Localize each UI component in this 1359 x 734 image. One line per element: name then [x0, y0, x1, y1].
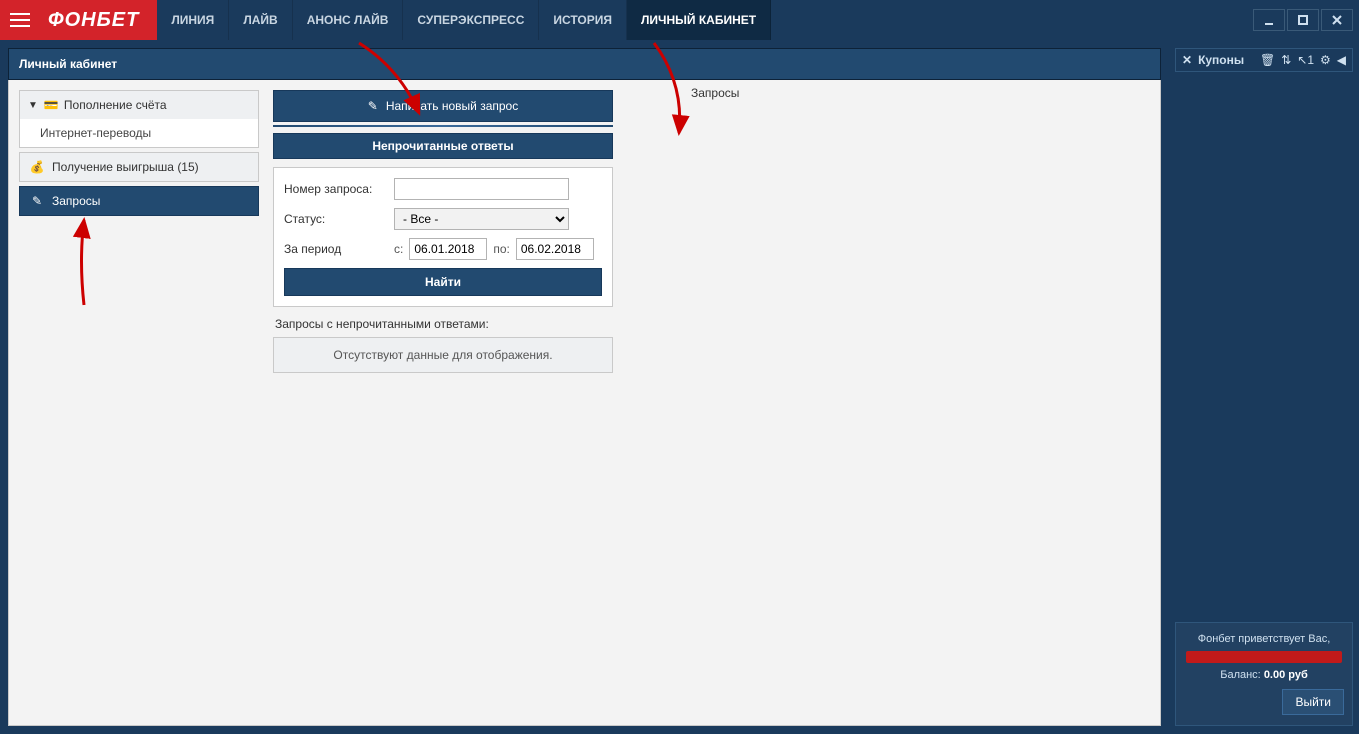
logout-button[interactable]: Выйти [1282, 689, 1344, 715]
app-body: Личный кабинет ▼ 💳 Пополнение счёта Инте… [0, 40, 1359, 734]
sm-payout[interactable]: 💰 Получение выигрыша (15) [19, 152, 259, 182]
new-request-label: Написать новый запрос [386, 99, 518, 113]
sm-requests-label: Запросы [52, 194, 100, 208]
balance-line: Баланс: 0.00 руб [1184, 669, 1344, 681]
pen-icon: ✎ [30, 194, 44, 208]
panel-title: Личный кабинет [8, 48, 1161, 80]
sm-deposit-internet[interactable]: Интернет-переводы [20, 119, 258, 147]
input-request-number[interactable] [394, 178, 569, 200]
welcome-text: Фонбет приветствует Вас, [1184, 633, 1344, 645]
gear-icon[interactable]: ⚙ [1320, 53, 1331, 67]
trash-icon[interactable]: 🗑 [1260, 53, 1275, 67]
nav-history[interactable]: ИСТОРИЯ [539, 0, 627, 40]
nav-account[interactable]: ЛИЧНЫЙ КАБИНЕТ [627, 0, 771, 40]
main-nav: ЛИНИЯ ЛАЙВ АНОНС ЛАЙВ СУПЕРЭКСПРЕСС ИСТО… [157, 0, 771, 40]
menu-hamburger[interactable] [0, 0, 40, 40]
window-minimize[interactable] [1253, 9, 1285, 31]
side-menu: ▼ 💳 Пополнение счёта Интернет-переводы 💰… [19, 90, 259, 715]
coupons-bar: ✕ Купоны 🗑 ⇅ ↖1 ⚙ ◀ [1175, 48, 1353, 72]
nav-line[interactable]: ЛИНИЯ [157, 0, 229, 40]
empty-message: Отсутствуют данные для отображения. [273, 337, 613, 373]
select-status[interactable]: - Все - [394, 208, 569, 230]
sm-deposit-label: Пополнение счёта [64, 98, 167, 112]
nav-anons-live[interactable]: АНОНС ЛАЙВ [293, 0, 404, 40]
count-badge: ↖1 [1297, 53, 1314, 67]
username-redacted [1186, 651, 1342, 663]
main-column: Личный кабинет ▼ 💳 Пополнение счёта Инте… [0, 40, 1169, 734]
lbl-status: Статус: [284, 212, 394, 226]
window-controls [1253, 0, 1359, 40]
sm-payout-label: Получение выигрыша (15) [52, 160, 199, 174]
pen-icon: ✎ [368, 99, 378, 113]
center-panel: ✎ Написать новый запрос Непрочитанные от… [273, 90, 613, 715]
sm-group-deposit: ▼ 💳 Пополнение счёта Интернет-переводы [19, 90, 259, 148]
lbl-to: по: [493, 242, 510, 256]
find-button[interactable]: Найти [284, 268, 602, 296]
nav-live[interactable]: ЛАЙВ [229, 0, 292, 40]
topbar: ФОНБЕТ ЛИНИЯ ЛАЙВ АНОНС ЛАЙВ СУПЕРЭКСПРЕ… [0, 0, 1359, 40]
unread-note: Запросы с непрочитанными ответами: [273, 307, 613, 337]
window-maximize[interactable] [1287, 9, 1319, 31]
nav-superexpress[interactable]: СУПЕРЭКСПРЕСС [403, 0, 539, 40]
lbl-period: За период [284, 242, 394, 256]
brand-logo: ФОНБЕТ [40, 0, 157, 40]
collapse-icon[interactable]: ◀ [1337, 53, 1346, 67]
filter-box: Номер запроса: Статус: - Все - [273, 167, 613, 307]
unread-title-bar: Непрочитанные ответы [273, 133, 613, 159]
right-sidebar: ✕ Купоны 🗑 ⇅ ↖1 ⚙ ◀ Фонбет приветствует … [1169, 40, 1359, 734]
payout-icon: 💰 [30, 160, 44, 174]
lbl-from: с: [394, 242, 403, 256]
sm-requests[interactable]: ✎ Запросы [19, 186, 259, 216]
input-date-from[interactable] [409, 238, 487, 260]
wallet-icon: 💳 [44, 98, 58, 112]
input-date-to[interactable] [516, 238, 594, 260]
panel-body: ▼ 💳 Пополнение счёта Интернет-переводы 💰… [8, 80, 1161, 726]
close-icon[interactable]: ✕ [1182, 53, 1192, 67]
requests-heading: Запросы [691, 86, 739, 100]
sort-icon[interactable]: ⇅ [1281, 53, 1291, 67]
balance-value: 0.00 руб [1264, 669, 1308, 681]
welcome-box: Фонбет приветствует Вас, Баланс: 0.00 ру… [1175, 622, 1353, 726]
lbl-request-number: Номер запроса: [284, 182, 394, 196]
chevron-down-icon: ▼ [28, 100, 38, 111]
sm-deposit-toggle[interactable]: ▼ 💳 Пополнение счёта [20, 91, 258, 119]
window-close[interactable] [1321, 9, 1353, 31]
divider [273, 125, 613, 127]
balance-label: Баланс: [1220, 669, 1261, 681]
coupons-label: Купоны [1198, 53, 1244, 67]
new-request-button[interactable]: ✎ Написать новый запрос [273, 90, 613, 122]
